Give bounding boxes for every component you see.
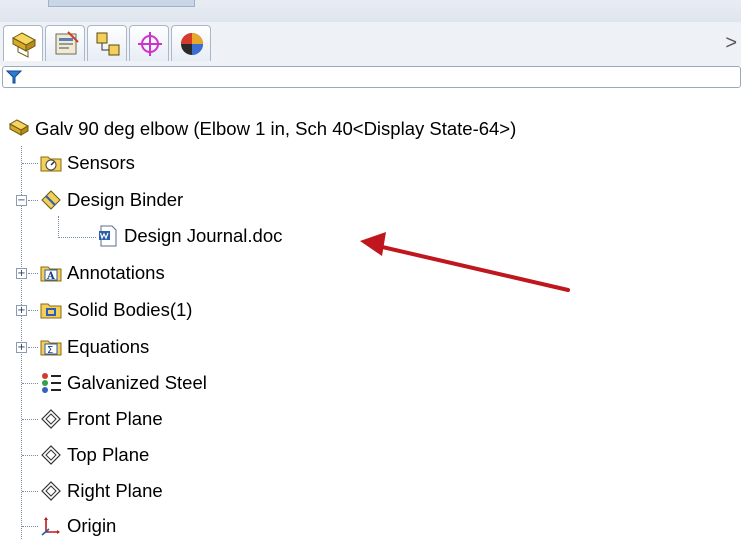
callout-arrow: [360, 232, 570, 292]
